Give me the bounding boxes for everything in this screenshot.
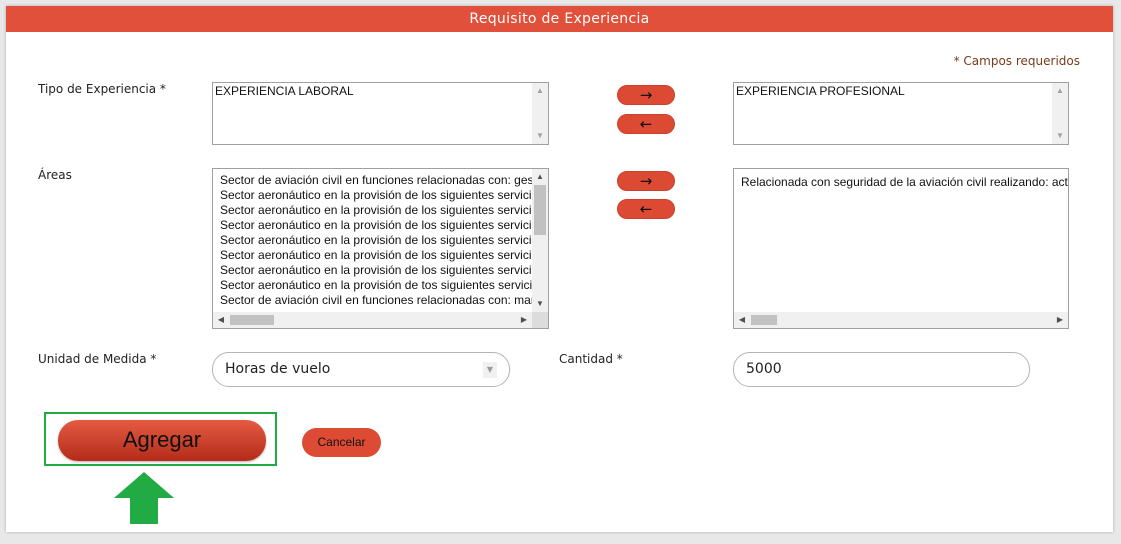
add-area-button[interactable]: → [617,171,675,191]
list-option[interactable]: Sector aeronáutico en la provisión de lo… [220,233,533,248]
list-option[interactable]: Sector de aviación civil en funciones re… [220,293,533,308]
panel-title: Requisito de Experiencia [6,6,1113,32]
scroll-thumb[interactable] [230,315,274,325]
list-option[interactable]: Sector aeronáutico en la provisión de lo… [220,203,533,218]
quantity-input[interactable]: 5000 [733,352,1030,387]
remove-experience-type-button[interactable]: ← [617,114,675,134]
horizontal-scrollbar[interactable]: ◀ ▶ [213,312,532,328]
vertical-scrollbar[interactable]: ▲ ▼ [532,169,548,312]
arrow-right-icon: → [639,172,653,190]
cancel-button[interactable]: Cancelar [302,428,381,457]
scroll-down-icon[interactable]: ▼ [532,128,548,144]
list-option[interactable]: Sector aeronáutico en la provisión de lo… [220,218,533,233]
scroll-down-icon[interactable]: ▼ [1052,128,1068,144]
required-fields-note: * Campos requeridos [953,54,1080,68]
experience-requirement-panel: Requisito de Experiencia * Campos requer… [6,6,1113,532]
experience-type-label: Tipo de Experiencia * [38,82,166,96]
scroll-left-icon[interactable]: ◀ [734,312,750,328]
add-experience-type-button[interactable]: → [617,85,675,105]
list-option[interactable]: Relacionada con seguridad de la aviación… [741,175,1068,190]
unit-label: Unidad de Medida * [38,352,157,366]
quantity-label: Cantidad * [559,352,623,366]
list-option[interactable]: Sector aeronáutico en la provisión de lo… [220,263,533,278]
quantity-input-value: 5000 [746,361,782,377]
list-option[interactable]: Sector aeronáutico en la provisión de to… [220,278,533,293]
scroll-up-icon[interactable]: ▲ [532,169,548,185]
list-option[interactable]: Sector aeronáutico en la provisión de lo… [220,248,533,263]
scroll-up-icon[interactable]: ▲ [532,83,548,99]
arrow-left-icon: ← [639,115,653,133]
list-option[interactable]: EXPERIENCIA LABORAL [215,84,546,99]
scroll-right-icon[interactable]: ▶ [516,312,532,328]
chevron-down-icon[interactable]: ▼ [483,362,497,378]
vertical-scrollbar[interactable]: ▲ ▼ [532,83,548,144]
scroll-up-icon[interactable]: ▲ [1052,83,1068,99]
arrow-right-icon: → [639,86,653,104]
areas-available-list[interactable]: Sector de aviación civil en funciones re… [212,168,549,329]
areas-selected-list[interactable]: Relacionada con seguridad de la aviación… [733,168,1069,329]
unit-select[interactable]: Horas de vuelo ▼ [212,352,510,387]
scroll-thumb[interactable] [751,315,777,325]
vertical-scrollbar[interactable]: ▲ ▼ [1052,83,1068,144]
list-option[interactable]: EXPERIENCIA PROFESIONAL [736,84,1066,99]
scroll-down-icon[interactable]: ▼ [532,296,548,312]
arrow-left-icon: ← [639,200,653,218]
list-option[interactable]: Sector aeronáutico en la provisión de lo… [220,188,533,203]
horizontal-scrollbar[interactable]: ◀ ▶ [734,312,1068,328]
scroll-right-icon[interactable]: ▶ [1052,312,1068,328]
arrow-up-icon [114,472,174,524]
scrollbar-corner [532,312,548,328]
scroll-left-icon[interactable]: ◀ [213,312,229,328]
areas-label: Áreas [38,168,72,182]
unit-select-value: Horas de vuelo [225,361,331,377]
add-button[interactable]: Agregar [58,420,266,461]
experience-type-selected-list[interactable]: EXPERIENCIA PROFESIONAL ▲ ▼ [733,82,1069,145]
scroll-thumb[interactable] [534,185,546,235]
remove-area-button[interactable]: ← [617,199,675,219]
list-option[interactable]: Sector de aviación civil en funciones re… [220,173,533,188]
experience-type-available-list[interactable]: EXPERIENCIA LABORAL ▲ ▼ [212,82,549,145]
